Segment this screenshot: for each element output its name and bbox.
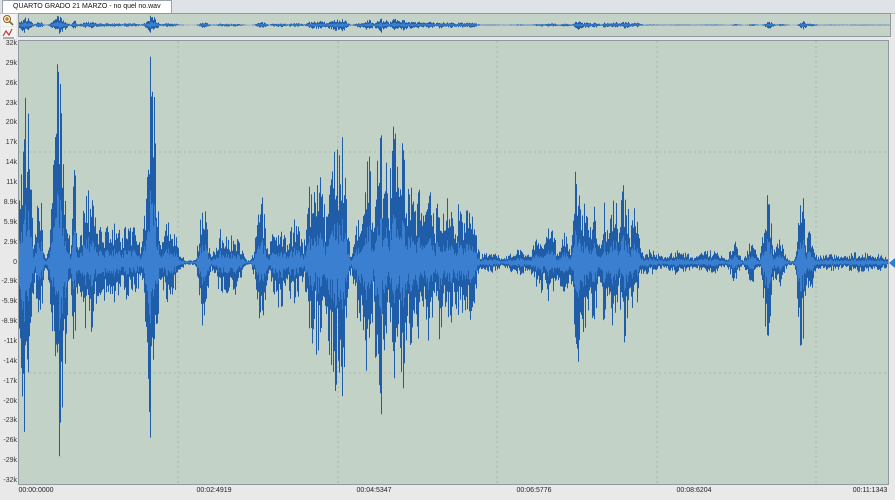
y-tick-label: 23k — [5, 99, 17, 107]
y-tick-label: -8.9k — [1, 318, 17, 326]
playhead-marker[interactable] — [889, 258, 895, 268]
file-tab[interactable]: QUARTO GRADO 21 MARZO - no quel no.wav — [2, 0, 172, 13]
y-tick-label: -5.9k — [1, 298, 17, 306]
overview-waveform-graph — [19, 15, 890, 34]
y-tick-label: -17k — [3, 377, 17, 385]
zoom-fit-icon — [2, 28, 14, 39]
y-tick-label: -2.9k — [1, 278, 17, 286]
zoom-fit-button[interactable] — [1, 27, 16, 39]
y-tick-label: 5.9k — [3, 218, 17, 226]
time-tick-label: 00:02:4919 — [196, 487, 232, 494]
y-tick-label: -26k — [3, 437, 17, 445]
time-tick-label: 00:08:6204 — [676, 487, 712, 494]
y-tick-label: 0 — [13, 258, 17, 266]
time-tick-label: 00:11:1343 — [852, 487, 888, 494]
y-tick-label: 11k — [6, 179, 17, 187]
y-tick-label: 29k — [5, 59, 17, 67]
y-tick-label: -32k — [3, 477, 17, 484]
time-tick-label: 00:06:5776 — [516, 487, 552, 494]
main-waveform-graph — [19, 41, 888, 484]
y-tick-label: 26k — [5, 79, 17, 87]
y-tick-label: 17k — [5, 139, 17, 147]
y-tick-label: 32k — [5, 40, 17, 47]
amplitude-axis: 32k 29k 26k 23k 20k 17k 14k 11k 8.9k 5.9k 2.9k 0 -2.… — [0, 40, 18, 485]
y-tick-label: 20k — [5, 119, 17, 127]
time-axis: 00:00:0000 00:02:4919 00:04:5347 00:06:5776… — [18, 485, 889, 500]
zoom-in-button[interactable] — [1, 14, 16, 26]
y-tick-label: 8.9k — [3, 198, 17, 206]
y-tick-label: -20k — [3, 397, 17, 405]
time-tick-label: 00:00:0000 — [18, 487, 54, 494]
y-tick-label: -14k — [3, 357, 17, 365]
waveform-trace-rms — [19, 21, 890, 29]
tab-bar: QUARTO GRADO 21 MARZO - no quel no.wav — [0, 0, 895, 14]
zoom-in-icon — [3, 15, 14, 26]
time-tick-label: 00:04:5347 — [356, 487, 392, 494]
main-waveform[interactable] — [18, 40, 889, 485]
y-tick-label: 14k — [5, 159, 17, 167]
y-tick-label: -11k — [3, 337, 17, 345]
y-tick-label: -23k — [3, 417, 17, 425]
overview-waveform[interactable] — [18, 13, 891, 37]
y-tick-label: -29k — [3, 457, 17, 465]
y-tick-label: 2.9k — [3, 238, 17, 246]
